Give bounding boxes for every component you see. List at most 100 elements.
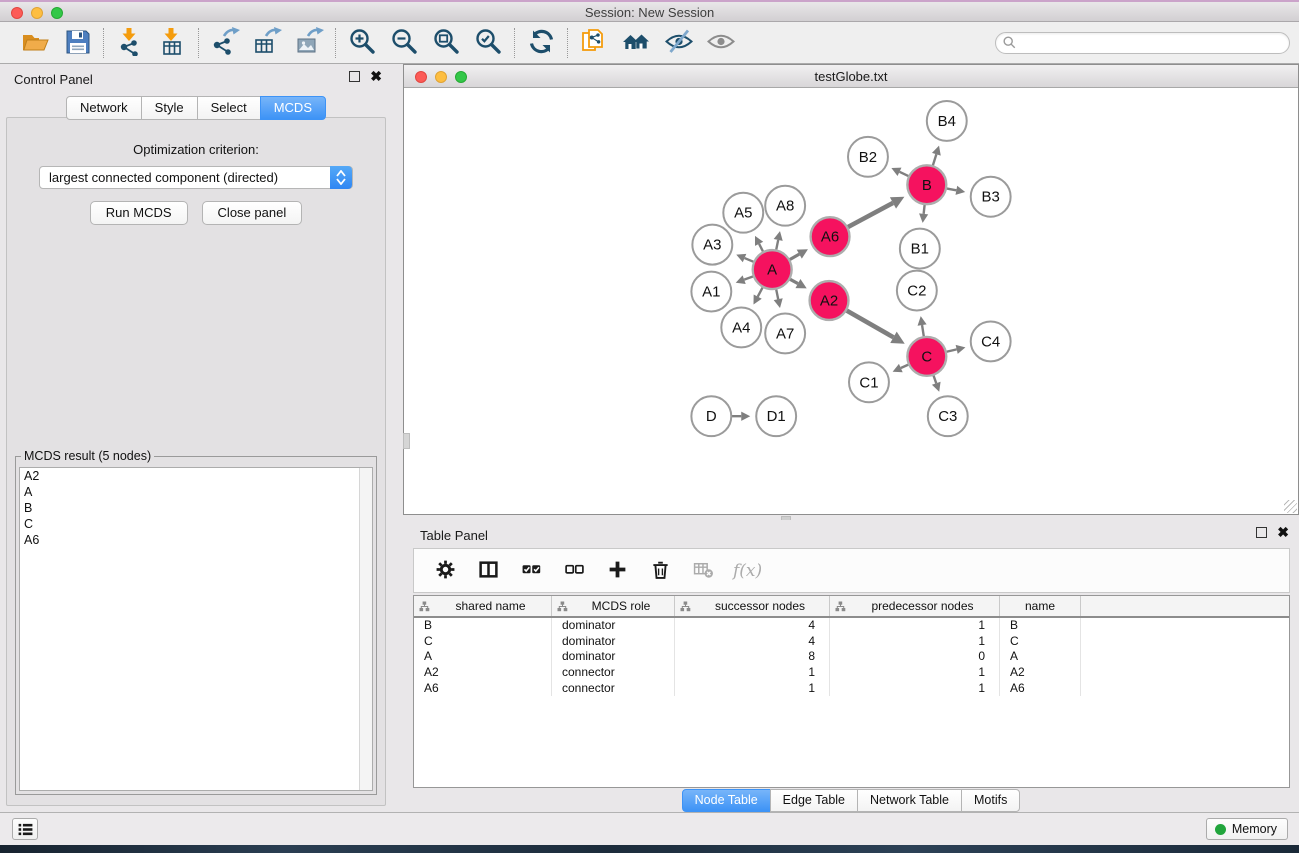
node-A2[interactable]: A2: [810, 281, 849, 320]
zoom-fit-button[interactable]: [430, 27, 462, 59]
node-B3[interactable]: B3: [971, 177, 1011, 217]
table-cell[interactable]: 4: [675, 618, 830, 634]
column-header-successor-nodes[interactable]: successor nodes: [675, 596, 830, 616]
table-row[interactable]: Adominator80A: [414, 649, 1289, 665]
network-scroll-nub[interactable]: [403, 433, 410, 449]
import-network-button[interactable]: [114, 27, 146, 59]
node-D1[interactable]: D1: [756, 396, 796, 436]
table-cell[interactable]: connector: [552, 681, 675, 697]
node-B[interactable]: B: [907, 165, 946, 204]
table-row[interactable]: A2connector11A2: [414, 665, 1289, 681]
table-cell[interactable]: 1: [675, 681, 830, 697]
refresh-button[interactable]: [525, 27, 557, 59]
table-cell[interactable]: 1: [830, 634, 1000, 650]
tab-select[interactable]: Select: [197, 96, 261, 120]
table-cell[interactable]: dominator: [552, 634, 675, 650]
node-C4[interactable]: C4: [971, 321, 1011, 361]
column-header-name[interactable]: name: [1000, 596, 1081, 616]
table-cell[interactable]: A: [414, 649, 552, 665]
node-B4[interactable]: B4: [927, 101, 967, 141]
panel-list-button[interactable]: [12, 818, 38, 840]
node-B1[interactable]: B1: [900, 229, 940, 269]
table-cell[interactable]: 1: [830, 618, 1000, 634]
node-A8[interactable]: A8: [765, 186, 805, 226]
import-table-button[interactable]: [156, 27, 188, 59]
column-header-mcds-role[interactable]: MCDS role: [552, 596, 675, 616]
search-input[interactable]: [1021, 36, 1283, 50]
table-cell[interactable]: 0: [830, 649, 1000, 665]
result-list-scrollbar[interactable]: [359, 468, 372, 790]
table-cell[interactable]: A2: [414, 665, 552, 681]
window-resize-grip[interactable]: [1284, 500, 1297, 513]
result-item[interactable]: C: [20, 516, 372, 532]
table-cell[interactable]: C: [414, 634, 552, 650]
node-A5[interactable]: A5: [723, 193, 763, 233]
node-A[interactable]: A: [753, 250, 792, 289]
table-cell[interactable]: A6: [1000, 681, 1081, 697]
node-A4[interactable]: A4: [721, 307, 761, 347]
table-row[interactable]: A6connector11A6: [414, 681, 1289, 697]
save-session-button[interactable]: [61, 27, 93, 59]
duplicate-network-button[interactable]: [578, 27, 610, 59]
result-item[interactable]: A2: [20, 468, 372, 484]
column-header-predecessor-nodes[interactable]: predecessor nodes: [830, 596, 1000, 616]
table-cell[interactable]: 8: [675, 649, 830, 665]
deselect-all-button[interactable]: [561, 558, 587, 584]
result-item[interactable]: B: [20, 500, 372, 516]
tab-network[interactable]: Network: [66, 96, 142, 120]
export-table-button[interactable]: [251, 27, 283, 59]
table-row[interactable]: Bdominator41B: [414, 618, 1289, 634]
home-button[interactable]: [620, 27, 652, 59]
table-cell[interactable]: connector: [552, 665, 675, 681]
table-cell[interactable]: dominator: [552, 618, 675, 634]
node-C1[interactable]: C1: [849, 362, 889, 402]
network-canvas[interactable]: AA1A2A3A4A5A6A7A8BB1B2B3B4CC1C2C3C4DD1: [404, 88, 1298, 514]
node-B2[interactable]: B2: [848, 137, 888, 177]
result-item[interactable]: A: [20, 484, 372, 500]
result-item[interactable]: A6: [20, 532, 372, 548]
tab-node-table[interactable]: Node Table: [682, 789, 771, 812]
table-cell[interactable]: C: [1000, 634, 1081, 650]
table-cell[interactable]: 1: [830, 665, 1000, 681]
close-panel-icon[interactable]: ✖: [370, 71, 382, 82]
table-cell[interactable]: A: [1000, 649, 1081, 665]
export-network-button[interactable]: [209, 27, 241, 59]
node-C2[interactable]: C2: [897, 271, 937, 311]
memory-button[interactable]: Memory: [1206, 818, 1288, 840]
node-C[interactable]: C: [907, 337, 946, 376]
node-A3[interactable]: A3: [692, 225, 732, 265]
float-table-panel-icon[interactable]: [1256, 527, 1267, 538]
zoom-out-button[interactable]: [388, 27, 420, 59]
close-table-panel-icon[interactable]: ✖: [1277, 527, 1289, 538]
add-row-button[interactable]: [604, 558, 630, 584]
zoom-selected-button[interactable]: [472, 27, 504, 59]
table-cell[interactable]: A6: [414, 681, 552, 697]
node-C3[interactable]: C3: [928, 396, 968, 436]
tab-style[interactable]: Style: [141, 96, 198, 120]
node-A1[interactable]: A1: [691, 272, 731, 312]
run-mcds-button[interactable]: Run MCDS: [90, 201, 188, 225]
table-cell[interactable]: dominator: [552, 649, 675, 665]
tab-network-table[interactable]: Network Table: [857, 789, 962, 812]
table-cell[interactable]: B: [1000, 618, 1081, 634]
delete-row-button[interactable]: [647, 558, 673, 584]
split-column-button[interactable]: [475, 558, 501, 584]
select-all-button[interactable]: [518, 558, 544, 584]
gear-button[interactable]: [432, 558, 458, 584]
table-row[interactable]: Cdominator41C: [414, 634, 1289, 650]
table-cell[interactable]: 4: [675, 634, 830, 650]
tab-motifs[interactable]: Motifs: [961, 789, 1020, 812]
column-header-shared-name[interactable]: shared name: [414, 596, 552, 616]
export-image-button[interactable]: [293, 27, 325, 59]
table-cell[interactable]: A2: [1000, 665, 1081, 681]
table-cell[interactable]: B: [414, 618, 552, 634]
close-panel-button[interactable]: Close panel: [202, 201, 303, 225]
table-cell[interactable]: 1: [675, 665, 830, 681]
tab-edge-table[interactable]: Edge Table: [770, 789, 858, 812]
hide-selected-button[interactable]: [662, 27, 694, 59]
node-A6[interactable]: A6: [811, 217, 850, 256]
tab-mcds[interactable]: MCDS: [260, 96, 326, 120]
float-panel-icon[interactable]: [349, 71, 360, 82]
node-A7[interactable]: A7: [765, 313, 805, 353]
criterion-select[interactable]: largest connected component (directed): [39, 166, 353, 189]
